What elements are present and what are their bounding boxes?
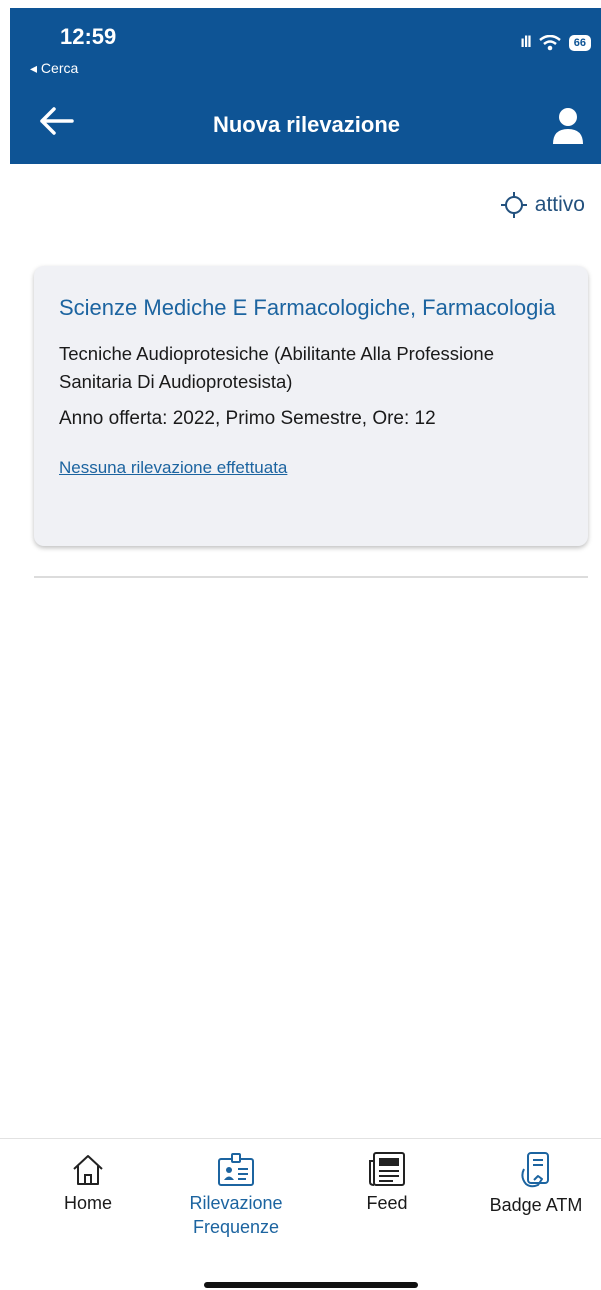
divider (34, 576, 588, 578)
signal-icon: ıll (520, 34, 531, 51)
header-bar: 12:59 ◂ Cerca ıll 66 Nuova rilevazione (10, 8, 601, 164)
gps-status-label: attivo (534, 193, 585, 216)
user-icon[interactable] (551, 106, 585, 146)
wifi-icon (538, 35, 561, 51)
home-icon (73, 1155, 103, 1185)
tab-home[interactable]: Home (48, 1153, 128, 1215)
tab-feed-label: Feed (366, 1193, 408, 1213)
location-target-icon (500, 192, 527, 218)
phone-tap-icon (521, 1152, 549, 1188)
back-to-app-link[interactable]: ◂ Cerca (30, 60, 78, 77)
battery-icon: 66 (568, 35, 591, 51)
tab-badge-atm-label: Badge ATM (489, 1195, 583, 1215)
no-detection-link[interactable]: Nessuna rilevazione effettuata (59, 458, 287, 478)
tab-rilevazione-frequenze-label: Rilevazione Frequenze (189, 1193, 283, 1237)
page-title: Nuova rilevazione (212, 112, 401, 137)
tab-feed[interactable]: Feed (352, 1151, 422, 1215)
tab-home-label: Home (63, 1193, 112, 1213)
course-card[interactable]: Scienze Mediche E Farmacologiche, Farmac… (34, 266, 588, 546)
status-icons: ıll 66 (520, 34, 591, 52)
degree-name: Tecniche Audioprotesiche (Abilitante All… (59, 343, 495, 392)
offer-details: Anno offerta: 2022, Primo Semestre, Ore:… (59, 408, 436, 429)
home-indicator (204, 1282, 418, 1288)
tab-badge-atm[interactable]: Badge ATM (476, 1151, 596, 1217)
bottom-tab-bar: Home Rilevazione Frequenze Feed Badge AT… (0, 1138, 601, 1290)
id-badge-icon (218, 1153, 254, 1186)
course-title: Scienze Mediche E Farmacologiche, Farmac… (59, 295, 556, 320)
newspaper-icon (369, 1152, 405, 1186)
gps-status[interactable]: attivo (500, 192, 585, 218)
status-time: 12:59 (60, 24, 117, 49)
tab-rilevazione-frequenze[interactable]: Rilevazione Frequenze (166, 1153, 306, 1239)
